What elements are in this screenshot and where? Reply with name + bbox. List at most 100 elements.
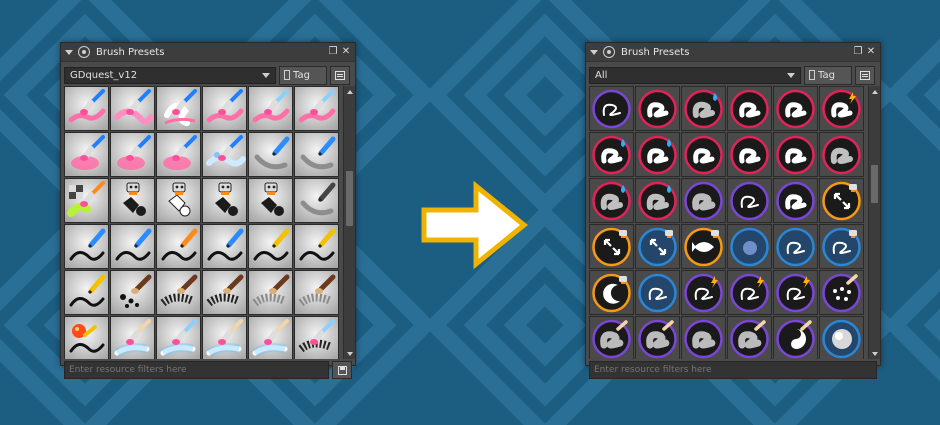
brush-preset-23[interactable] [773, 224, 818, 269]
view-options-button[interactable] [855, 65, 875, 85]
brush-preset-22[interactable] [727, 224, 772, 269]
brush-preset-9[interactable] [681, 132, 726, 177]
brush-preset-28[interactable] [202, 270, 247, 315]
brush-preset-26[interactable] [635, 270, 680, 315]
brush-preset-11[interactable] [248, 132, 293, 177]
brush-preset-35[interactable] [248, 316, 293, 359]
brush-preset-20[interactable] [110, 224, 155, 269]
brush-preset-34[interactable] [727, 316, 772, 359]
brush-preset-22[interactable] [202, 224, 247, 269]
brush-preset-10[interactable] [202, 132, 247, 177]
close-icon[interactable]: ✕ [866, 47, 876, 57]
brush-preset-17[interactable] [773, 178, 818, 223]
brush-preset-21[interactable] [156, 224, 201, 269]
brush-preset-14[interactable] [110, 178, 155, 223]
brush-preset-25[interactable] [64, 270, 109, 315]
brush-preset-16[interactable] [727, 178, 772, 223]
brush-preset-31[interactable] [589, 316, 634, 359]
brush-preset-27[interactable] [156, 270, 201, 315]
brush-preset-1[interactable] [589, 86, 634, 131]
brush-preset-36[interactable] [294, 316, 339, 359]
brush-preset-12[interactable] [819, 132, 864, 177]
lock-icon[interactable] [603, 46, 615, 58]
brush-preset-33[interactable] [156, 316, 201, 359]
brush-preset-thumbnail [157, 225, 200, 268]
docker-titlebar: Brush Presets ❐ ✕ [61, 43, 355, 62]
tag-button[interactable]: Tag [279, 65, 327, 85]
brush-preset-35[interactable] [773, 316, 818, 359]
brush-preset-1[interactable] [64, 86, 109, 131]
brush-preset-2[interactable] [635, 86, 680, 131]
brush-preset-20[interactable] [635, 224, 680, 269]
brush-preset-6[interactable] [294, 86, 339, 131]
brush-preset-14[interactable] [635, 178, 680, 223]
brush-preset-5[interactable] [248, 86, 293, 131]
brush-preset-4[interactable] [202, 86, 247, 131]
brush-preset-36[interactable] [819, 316, 864, 359]
brush-preset-3[interactable] [681, 86, 726, 131]
brush-preset-25[interactable] [589, 270, 634, 315]
brush-preset-16[interactable] [202, 178, 247, 223]
scroll-thumb[interactable] [871, 165, 878, 203]
brush-preset-32[interactable] [635, 316, 680, 359]
brush-preset-7[interactable] [589, 132, 634, 177]
brush-preset-15[interactable] [681, 178, 726, 223]
brush-preset-thumbnail [203, 271, 246, 314]
brush-preset-15[interactable] [156, 178, 201, 223]
brush-preset-29[interactable] [248, 270, 293, 315]
vertical-scrollbar[interactable] [343, 86, 355, 359]
brush-preset-18[interactable] [294, 178, 339, 223]
tag-combo-box[interactable]: All [589, 66, 801, 84]
scroll-down-arrow-icon[interactable] [345, 349, 354, 358]
view-options-button[interactable] [330, 65, 350, 85]
brush-preset-23[interactable] [248, 224, 293, 269]
brush-preset-19[interactable] [64, 224, 109, 269]
brush-preset-30[interactable] [819, 270, 864, 315]
brush-preset-27[interactable] [681, 270, 726, 315]
brush-preset-24[interactable] [819, 224, 864, 269]
brush-preset-31[interactable] [64, 316, 109, 359]
lock-icon[interactable] [78, 46, 90, 58]
brush-preset-13[interactable] [64, 178, 109, 223]
vertical-scrollbar[interactable] [868, 86, 880, 359]
brush-preset-34[interactable] [202, 316, 247, 359]
brush-preset-4[interactable] [727, 86, 772, 131]
brush-preset-28[interactable] [727, 270, 772, 315]
scroll-thumb[interactable] [346, 171, 353, 226]
brush-preset-5[interactable] [773, 86, 818, 131]
brush-preset-11[interactable] [773, 132, 818, 177]
brush-preset-24[interactable] [294, 224, 339, 269]
brush-preset-32[interactable] [110, 316, 155, 359]
brush-preset-18[interactable] [819, 178, 864, 223]
float-window-icon[interactable]: ❐ [853, 47, 863, 57]
save-filter-button[interactable] [332, 361, 352, 379]
float-window-icon[interactable]: ❐ [328, 47, 338, 57]
brush-preset-29[interactable] [773, 270, 818, 315]
brush-preset-6[interactable] [819, 86, 864, 131]
brush-preset-2[interactable] [110, 86, 155, 131]
scroll-up-arrow-icon[interactable] [345, 87, 354, 96]
brush-preset-7[interactable] [64, 132, 109, 177]
collapse-arrow-icon[interactable] [590, 49, 598, 55]
brush-preset-19[interactable] [589, 224, 634, 269]
brush-preset-13[interactable] [589, 178, 634, 223]
collapse-arrow-icon[interactable] [65, 49, 73, 55]
brush-preset-10[interactable] [727, 132, 772, 177]
brush-preset-9[interactable] [156, 132, 201, 177]
brush-preset-3[interactable] [156, 86, 201, 131]
brush-preset-21[interactable] [681, 224, 726, 269]
brush-preset-8[interactable] [110, 132, 155, 177]
brush-preset-30[interactable] [294, 270, 339, 315]
tag-combo-box[interactable]: GDquest_v12 [64, 66, 276, 84]
brush-preset-26[interactable] [110, 270, 155, 315]
scroll-up-arrow-icon[interactable] [870, 87, 879, 96]
brush-preset-12[interactable] [294, 132, 339, 177]
brush-preset-33[interactable] [681, 316, 726, 359]
resource-filter-input[interactable] [64, 361, 329, 379]
brush-preset-17[interactable] [248, 178, 293, 223]
resource-filter-input[interactable] [589, 361, 877, 379]
close-icon[interactable]: ✕ [341, 47, 351, 57]
brush-preset-8[interactable] [635, 132, 680, 177]
tag-button[interactable]: Tag [804, 65, 852, 85]
scroll-down-arrow-icon[interactable] [870, 349, 879, 358]
